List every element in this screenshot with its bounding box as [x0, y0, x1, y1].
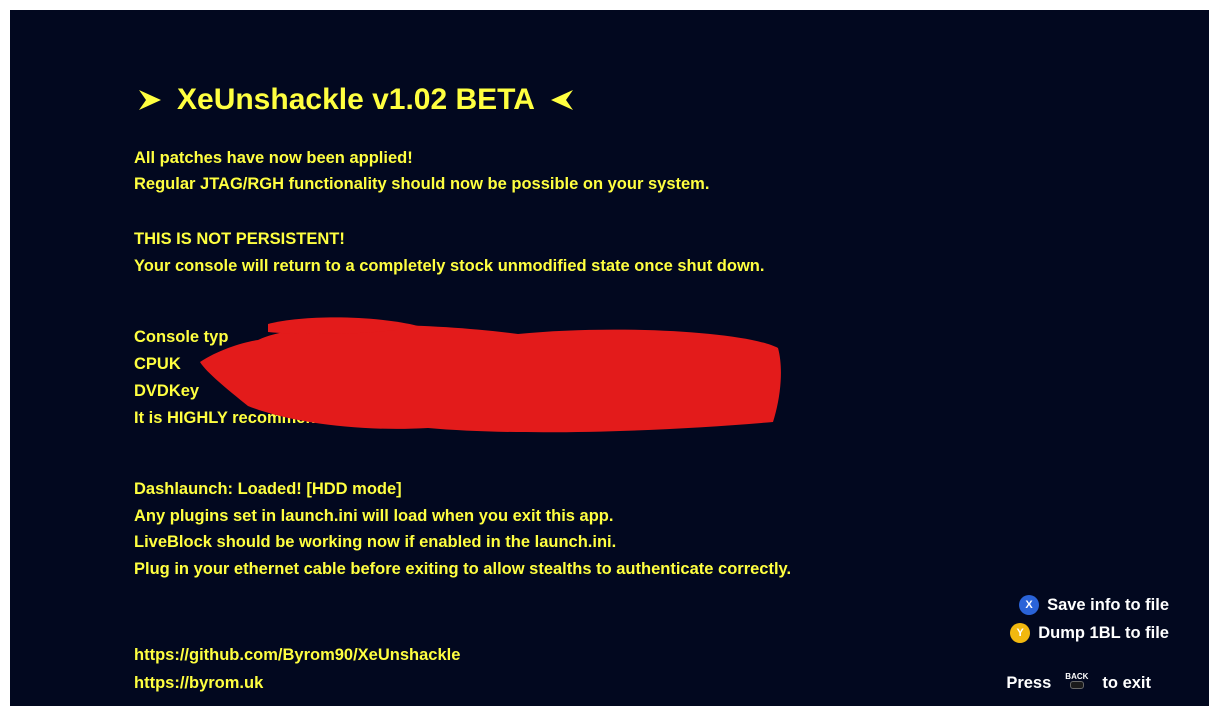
exit-label: to exit: [1102, 674, 1151, 692]
site-link[interactable]: https://byrom.uk: [134, 673, 263, 693]
functionality-message: Regular JTAG/RGH functionality should no…: [134, 175, 710, 193]
x-button-icon: X: [1019, 595, 1040, 615]
arrow-left-icon: [550, 90, 573, 110]
app-title-text: XeUnshackle v1.02 BETA: [177, 83, 535, 116]
dashlaunch-plugins-note: Any plugins set in launch.ini will load …: [134, 507, 614, 525]
y-button-icon: Y: [1010, 623, 1031, 643]
not-persistent-warning: THIS IS NOT PERSISTENT!: [134, 230, 345, 248]
xeunshackle-screen: XeUnshackle v1.02 BETA All patches have …: [10, 10, 1209, 706]
dashlaunch-status: Dashlaunch: Loaded! [HDD mode]: [134, 480, 402, 498]
exit-control[interactable]: Press BACK to exit: [1006, 672, 1151, 695]
press-label: Press: [1006, 674, 1052, 692]
github-link[interactable]: https://github.com/Byrom90/XeUnshackle: [134, 645, 460, 665]
stock-state-warning: Your console will return to a completely…: [134, 257, 765, 275]
ethernet-note: Plug in your ethernet cable before exiti…: [134, 560, 792, 578]
dump-1bl-control[interactable]: Y Dump 1BL to file: [1010, 623, 1169, 643]
save-info-control[interactable]: X Save info to file: [1019, 595, 1169, 615]
back-button-icon: BACK: [1065, 672, 1088, 689]
liveblock-note: LiveBlock should be working now if enabl…: [134, 533, 617, 551]
app-title: XeUnshackle v1.02 BETA: [137, 80, 575, 120]
cpukey-label: CPUK: [134, 355, 181, 373]
back-button-label: BACK: [1065, 672, 1089, 681]
dvdkey-label: DVDKey: [134, 382, 200, 400]
back-button-shape: [1069, 681, 1084, 689]
patched-message: All patches have now been applied!: [134, 149, 413, 167]
save-info-label: Save info to file: [1047, 595, 1169, 614]
arrow-right-icon: [139, 90, 161, 110]
dump-1bl-label: Dump 1BL to file: [1038, 623, 1169, 642]
nand-dump-recommendation: It is HIGHLY recommended that you now go…: [134, 409, 693, 427]
console-type-label: Console typ: [134, 328, 229, 346]
